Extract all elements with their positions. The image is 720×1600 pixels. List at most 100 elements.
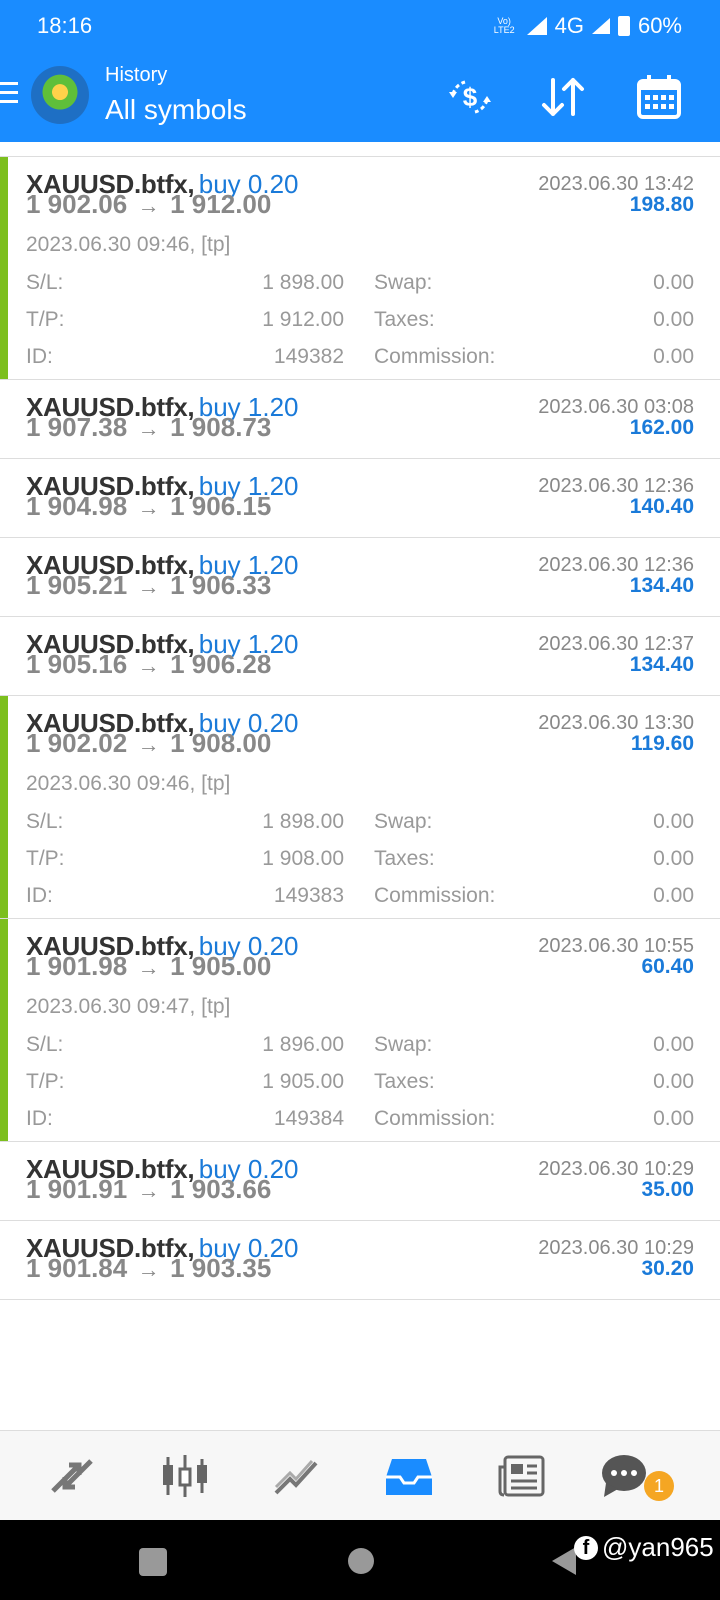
trade-open-price: 1 901.98 (26, 951, 128, 981)
trade-profit: 162.00 (629, 416, 694, 439)
trade-profit: 35.00 (641, 1178, 694, 1201)
trade-row[interactable]: XAUUSD.btfx, buy 1.20 2023.06.30 12:36 1… (0, 538, 720, 617)
trade-detail-row: S/L: 1 898.00 Swap: 0.00 (26, 806, 694, 843)
status-bar: 18:16 Vo) LTE2 4G 60% (0, 0, 720, 52)
bottom-navigation: 1 (0, 1430, 720, 1520)
tp-value: 1 912.00 (262, 308, 344, 331)
trade-close-price: 1 906.33 (170, 570, 272, 600)
taxes-label: Taxes: (374, 847, 435, 870)
trade-open-price: 1 907.38 (26, 412, 128, 442)
sl-value: 1 898.00 (262, 810, 344, 833)
price-arrow: → (137, 193, 160, 218)
commission-value: 0.00 (653, 884, 694, 907)
sl-label: S/L: (26, 271, 64, 294)
trade-open-info: 2023.06.30 09:46, [tp] (26, 233, 231, 256)
trade-detail-row: ID: 149383 Commission: 0.00 (26, 880, 694, 918)
swap-value: 0.00 (653, 810, 694, 833)
id-value: 149383 (273, 884, 344, 907)
id-label: ID: (26, 345, 53, 368)
facebook-icon: f (574, 1535, 598, 1560)
trade-profit: 119.60 (630, 732, 694, 755)
taxes-value: 0.00 (653, 308, 694, 331)
taxes-value: 0.00 (653, 1070, 694, 1093)
app-logo (31, 66, 89, 124)
trade-close-price: 1 912.00 (170, 189, 272, 219)
trade-profit: 140.40 (629, 495, 694, 518)
sl-label: S/L: (26, 810, 64, 833)
status-time: 18:16 (37, 13, 93, 38)
tp-value: 1 908.00 (262, 847, 344, 870)
trade-close-price: 1 905.00 (170, 951, 272, 981)
price-arrow: → (137, 416, 160, 441)
trade-row[interactable]: XAUUSD.btfx, buy 0.20 2023.06.30 10:29 1… (0, 1142, 720, 1221)
price-arrow: → (137, 955, 160, 980)
messages-badge: 1 (644, 1471, 674, 1501)
trade-row[interactable]: XAUUSD.btfx, buy 1.20 2023.06.30 12:36 1… (0, 459, 720, 538)
home-button[interactable] (348, 1548, 374, 1574)
trade-profit: 60.40 (641, 955, 694, 978)
back-button[interactable] (552, 1547, 576, 1575)
trade-history-list[interactable]: XAUUSD.btfx, buy 0.20 2023.06.30 13:42 1… (0, 156, 720, 1430)
trade-detail-row: T/P: 1 908.00 Taxes: 0.00 (26, 843, 694, 880)
app-header: History All symbols $ (0, 52, 720, 142)
battery-icon (617, 16, 630, 36)
recents-button[interactable] (139, 1548, 167, 1576)
trade-close-price: 1 903.66 (170, 1174, 272, 1204)
symbol-filter[interactable]: All symbols (105, 94, 247, 126)
commission-value: 0.00 (653, 1107, 694, 1130)
sl-label: S/L: (26, 1033, 64, 1056)
watermark: f @yan965 (574, 1532, 714, 1563)
battery-level: 60% (637, 13, 682, 38)
trade-detail-row: S/L: 1 896.00 Swap: 0.00 (26, 1029, 694, 1066)
swap-value: 0.00 (653, 1033, 694, 1056)
trade-profit: 30.20 (641, 1257, 694, 1280)
swap-label: Swap: (374, 1033, 433, 1056)
trade-close-price: 1 906.15 (170, 491, 272, 521)
tp-value: 1 905.00 (262, 1070, 344, 1093)
commission-label: Commission: (374, 1107, 496, 1130)
tp-label: T/P: (26, 1070, 65, 1093)
taxes-value: 0.00 (653, 847, 694, 870)
trade-open-price: 1 905.21 (26, 570, 128, 600)
price-arrow: → (137, 1257, 160, 1282)
trade-row[interactable]: XAUUSD.btfx, buy 1.20 2023.06.30 12:37 1… (0, 617, 720, 696)
news-icon[interactable] (497, 1453, 547, 1499)
chart-icon[interactable] (160, 1453, 210, 1499)
trade-open-info: 2023.06.30 09:47, [tp] (26, 995, 231, 1018)
trade-open-price: 1 904.98 (26, 491, 128, 521)
svg-text:$: $ (463, 82, 478, 112)
trade-row[interactable]: XAUUSD.btfx, buy 1.20 2023.06.30 03:08 1… (0, 380, 720, 459)
trade-close-price: 1 903.35 (170, 1253, 272, 1283)
signal-icon (526, 17, 547, 35)
menu-icon[interactable] (0, 82, 18, 104)
trade-row[interactable]: XAUUSD.btfx, buy 0.20 2023.06.30 10:29 1… (0, 1221, 720, 1300)
calendar-icon[interactable] (634, 72, 684, 122)
trade-row[interactable]: XAUUSD.btfx, buy 0.20 2023.06.30 13:30 1… (0, 696, 720, 919)
currency-exchange-icon[interactable]: $ (445, 72, 495, 122)
status-icons: Vo) LTE2 4G 60% (494, 13, 682, 39)
quotes-icon[interactable] (47, 1453, 97, 1499)
trade-close-price: 1 908.73 (170, 412, 272, 442)
id-label: ID: (26, 884, 53, 907)
trade-row[interactable]: XAUUSD.btfx, buy 0.20 2023.06.30 10:55 1… (0, 919, 720, 1142)
trade-open-price: 1 902.02 (26, 728, 128, 758)
volte-icon: Vo) LTE2 (493, 16, 515, 35)
price-arrow: → (137, 574, 160, 599)
trade-detail-row: ID: 149384 Commission: 0.00 (26, 1103, 694, 1141)
trade-close-price: 1 906.28 (170, 649, 272, 679)
tp-label: T/P: (26, 847, 65, 870)
history-icon[interactable] (384, 1453, 434, 1499)
sort-icon[interactable] (538, 72, 588, 122)
sl-value: 1 896.00 (262, 1033, 344, 1056)
trade-row[interactable]: XAUUSD.btfx, buy 0.20 2023.06.30 13:42 1… (0, 157, 720, 380)
price-arrow: → (137, 1178, 160, 1203)
trade-open-price: 1 905.16 (26, 649, 128, 679)
trade-detail-row: T/P: 1 905.00 Taxes: 0.00 (26, 1066, 694, 1103)
sl-value: 1 898.00 (262, 271, 344, 294)
trade-icon[interactable] (272, 1453, 322, 1499)
commission-label: Commission: (374, 884, 496, 907)
trade-profit: 134.40 (629, 574, 694, 597)
price-arrow: → (137, 732, 160, 757)
page-title: History (105, 64, 168, 86)
messages-icon[interactable] (600, 1453, 650, 1499)
